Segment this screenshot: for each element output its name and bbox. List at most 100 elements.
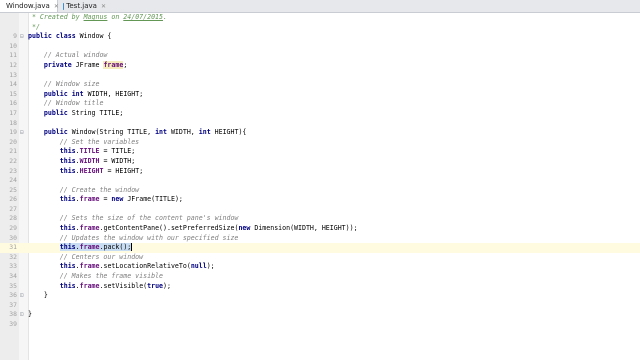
- code-line[interactable]: 28 // Sets the size of the content pane'…: [0, 214, 640, 224]
- code-text: // Set the variables: [28, 137, 140, 146]
- code-line[interactable]: 23 this.HEIGHT = HEIGHT;: [0, 167, 640, 177]
- code-line[interactable]: 20 // Set the variables: [0, 138, 640, 148]
- code-line[interactable]: 26 this.frame = new JFrame(TITLE);: [0, 195, 640, 205]
- line-number: 31: [9, 243, 17, 252]
- code-text: // Makes the frame visible: [28, 272, 163, 281]
- code-line[interactable]: 22 this.WIDTH = WIDTH;: [0, 157, 640, 167]
- code-text: this.frame.pack();: [59, 243, 133, 252]
- code-line[interactable]: 38 ⊡}: [0, 310, 640, 320]
- line-number: 11: [9, 51, 17, 60]
- code-text: public class Window {: [28, 32, 112, 41]
- line-number: 24: [9, 176, 17, 185]
- code-line[interactable]: * Created by Magnus on 24/07/2015.: [0, 13, 640, 23]
- tab-label: Test.java: [66, 2, 97, 10]
- code-text: // Actual window: [28, 51, 108, 60]
- line-number: 13: [9, 70, 17, 79]
- tab-window-java[interactable]: Window.java ✕: [0, 0, 59, 12]
- line-number: 14: [9, 80, 17, 89]
- code-line[interactable]: 36 ⊡ }: [0, 291, 640, 301]
- code-text: this.HEIGHT = HEIGHT;: [59, 166, 144, 175]
- code-line[interactable]: 39: [0, 320, 640, 330]
- code-line[interactable]: 17 public String TITLE;: [0, 109, 640, 119]
- line-number: 20: [9, 137, 17, 146]
- code-line[interactable]: 21 this.TITLE = TITLE;: [0, 147, 640, 157]
- code-text: this.WIDTH = WIDTH;: [59, 156, 136, 165]
- line-number: 32: [9, 252, 17, 261]
- line-number: 21: [9, 147, 17, 156]
- code-text: // Window title: [28, 99, 104, 108]
- line-number: 30: [9, 233, 17, 242]
- editor-tab-bar: Window.java ✕ Test.java ✕: [0, 0, 640, 13]
- code-line[interactable]: 16 // Window title: [0, 99, 640, 109]
- line-number: 37: [9, 300, 17, 309]
- line-number: 27: [9, 204, 17, 213]
- line-number: 29: [9, 224, 17, 233]
- code-text: // Updates the window with our specified…: [28, 233, 239, 242]
- line-number: 28: [9, 214, 17, 223]
- line-number: 19: [9, 128, 17, 137]
- code-text: }: [28, 310, 32, 319]
- code-text: */: [28, 22, 40, 31]
- code-text: public Window(String TITLE, int WIDTH, i…: [43, 128, 247, 137]
- close-icon[interactable]: ✕: [101, 3, 106, 10]
- code-line[interactable]: 25 // Create the window: [0, 186, 640, 196]
- tab-label: Window.java: [6, 2, 50, 10]
- code-text: }: [28, 291, 48, 300]
- code-text: // Sets the size of the content pane's w…: [28, 214, 239, 223]
- code-line[interactable]: 35 this.frame.setVisible(true);: [0, 282, 640, 292]
- code-line[interactable]: 18: [0, 119, 640, 129]
- code-line[interactable]: */: [0, 23, 640, 33]
- line-number: 33: [9, 262, 17, 271]
- line-number: 17: [9, 108, 17, 117]
- code-line[interactable]: 29 this.frame.getContentPane().setPrefer…: [0, 224, 640, 234]
- line-number: 35: [9, 281, 17, 290]
- code-text: this.frame.setLocationRelativeTo(null);: [59, 262, 215, 271]
- close-icon[interactable]: ✕: [54, 3, 59, 10]
- code-text: private JFrame frame;: [43, 60, 128, 69]
- code-line[interactable]: 27: [0, 205, 640, 215]
- code-lines: * Created by Magnus on 24/07/2015. */9 ⊟ p…: [0, 13, 640, 330]
- code-line[interactable]: 24: [0, 176, 640, 186]
- line-number: 34: [9, 272, 17, 281]
- line-number: 10: [9, 41, 17, 50]
- line-number: 18: [9, 118, 17, 127]
- line-number: 25: [9, 185, 17, 194]
- code-text: this.frame.getContentPane().setPreferred…: [59, 224, 358, 233]
- code-text: this.TITLE = TITLE;: [59, 147, 136, 156]
- code-text: // Centers our window: [28, 252, 144, 261]
- line-number: 22: [9, 156, 17, 165]
- line-number: 15: [9, 89, 17, 98]
- line-number: 39: [9, 320, 17, 328]
- code-text: // Create the window: [28, 185, 140, 194]
- code-text: // Window size: [28, 80, 100, 89]
- fold-marker-icon[interactable]: ⊟: [20, 128, 24, 138]
- fold-marker-icon[interactable]: ⊟: [20, 32, 24, 42]
- code-line[interactable]: 37: [0, 301, 640, 311]
- line-number: 38: [9, 310, 17, 319]
- code-line[interactable]: 13: [0, 71, 640, 81]
- code-text: this.frame.setVisible(true);: [59, 281, 171, 290]
- code-line[interactable]: 10: [0, 42, 640, 52]
- code-line[interactable]: 11 // Actual window: [0, 51, 640, 61]
- code-editor[interactable]: * Created by Magnus on 24/07/2015. */9 ⊟ p…: [0, 13, 640, 360]
- tab-test-java[interactable]: Test.java ✕: [60, 0, 110, 12]
- code-line[interactable]: 12 private JFrame frame;: [0, 60, 640, 71]
- code-line[interactable]: 31 this.frame.pack();: [0, 243, 640, 253]
- line-number: 16: [9, 99, 17, 108]
- code-line[interactable]: 33 this.frame.setLocationRelativeTo(null…: [0, 262, 640, 272]
- code-text: this.frame = new JFrame(TITLE);: [59, 195, 183, 204]
- code-line[interactable]: 14 // Window size: [0, 80, 640, 90]
- fold-marker-icon[interactable]: ⊡: [20, 310, 24, 320]
- fold-marker-icon[interactable]: ⊡: [20, 291, 24, 301]
- code-line[interactable]: 34 // Makes the frame visible: [0, 272, 640, 282]
- line-number: 26: [9, 195, 17, 204]
- line-number: 36: [9, 291, 17, 300]
- code-line[interactable]: 15 public int WIDTH, HEIGHT;: [0, 90, 640, 100]
- code-line[interactable]: 19 ⊟ public Window(String TITLE, int WIDT…: [0, 128, 640, 138]
- code-line[interactable]: 30 // Updates the window with our specif…: [0, 234, 640, 244]
- code-text: public int WIDTH, HEIGHT;: [43, 89, 144, 98]
- code-line[interactable]: 9 ⊟ public class Window {: [0, 32, 640, 42]
- line-number: 12: [9, 60, 17, 69]
- code-line[interactable]: 32 // Centers our window: [0, 253, 640, 263]
- line-number: 23: [9, 166, 17, 175]
